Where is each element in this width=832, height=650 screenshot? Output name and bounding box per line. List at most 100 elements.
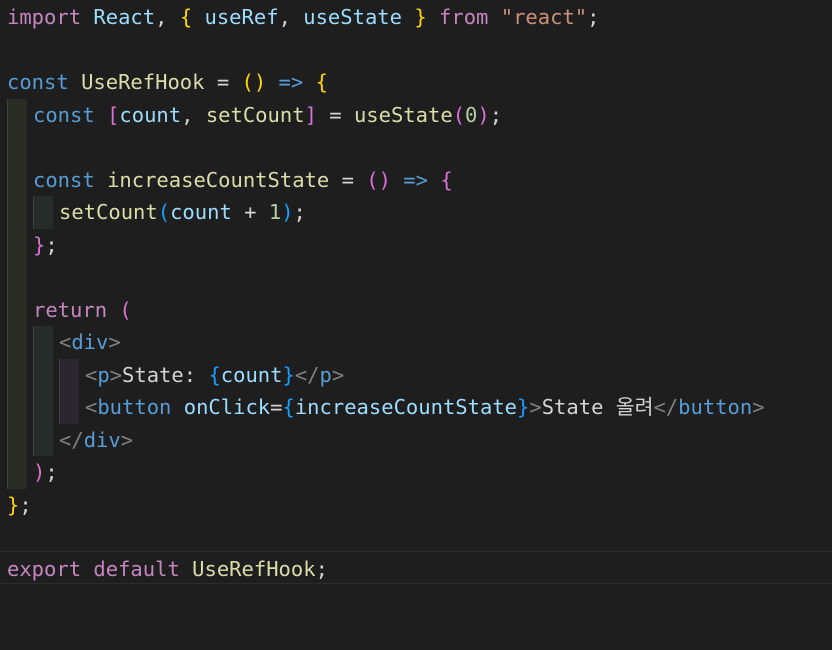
jsx-brace-close: }: [282, 362, 295, 387]
identifier-setcount: setCount: [205, 102, 305, 127]
paren-close: ): [33, 460, 46, 484]
indent-guide: [7, 423, 27, 456]
code-line-2[interactable]: [0, 34, 832, 67]
identifier-handler: increaseCountState: [107, 167, 330, 192]
indent-guide: [33, 423, 53, 456]
jsx-brace-open: {: [282, 395, 295, 419]
code-line-11[interactable]: <div>: [0, 326, 832, 359]
punct-semicolon: ;: [45, 460, 58, 484]
number-literal: 0: [465, 102, 478, 127]
jsx-angle-close: >: [752, 395, 765, 419]
paren-open: (: [452, 102, 466, 127]
jsx-angle-close-tag: </: [653, 395, 679, 419]
jsx-text: State:: [122, 362, 209, 387]
brace-close: }: [414, 5, 427, 29]
keyword-from: from: [439, 5, 489, 29]
operator-plus: +: [231, 200, 269, 224]
punct-semicolon: ;: [19, 492, 32, 517]
code-line-17[interactable]: [0, 521, 832, 554]
keyword-const: const: [7, 70, 69, 94]
brace-open: {: [440, 167, 453, 192]
punct-comma: ,: [155, 5, 180, 29]
jsx-attr-onclick: onClick: [183, 395, 271, 419]
code-line-7[interactable]: setCount(count + 1);: [0, 196, 832, 229]
bracket-close: ]: [304, 102, 317, 127]
code-line-1[interactable]: import React, { useRef, useState } from …: [0, 1, 832, 34]
identifier-react: React: [93, 5, 156, 29]
jsx-angle-close: >: [529, 395, 542, 419]
identifier-handler: increaseCountState: [294, 395, 518, 419]
punct-semicolon: ;: [315, 557, 328, 581]
indent-guide: [7, 131, 27, 164]
indent-guide: [7, 456, 27, 489]
jsx-text: State 올려: [541, 395, 654, 419]
jsx-tag-div: div: [71, 330, 109, 354]
indent-guide: [33, 196, 53, 229]
code-line-4[interactable]: const [count, setCount] = useState(0);: [0, 98, 832, 131]
indent-guide: [33, 391, 53, 424]
brace-close: }: [33, 232, 46, 257]
jsx-tag-button: button: [97, 395, 172, 419]
brace-open: {: [315, 70, 328, 94]
punct-semicolon: ;: [45, 232, 58, 257]
paren-open: (: [157, 200, 171, 224]
punct-comma: ,: [181, 102, 206, 127]
jsx-angle-open: <: [85, 362, 98, 387]
jsx-tag-button-close: button: [678, 395, 753, 419]
indent-guide: [33, 358, 53, 391]
paren-params: (): [366, 167, 391, 192]
jsx-angle-close-tag: </: [294, 362, 320, 387]
indent-guide: [7, 163, 27, 196]
keyword-return: return: [33, 297, 108, 322]
keyword-const: const: [33, 167, 95, 192]
code-line-8[interactable]: };: [0, 228, 832, 261]
code-line-10[interactable]: return (: [0, 293, 832, 326]
jsx-tag-div-close: div: [83, 427, 121, 452]
number-literal: 1: [268, 200, 282, 224]
punct-semicolon: ;: [587, 5, 600, 29]
brace-open: {: [179, 5, 193, 29]
code-line-6[interactable]: const increaseCountState = () => {: [0, 163, 832, 196]
jsx-tag-p: p: [97, 362, 110, 387]
indent-guide: [7, 196, 27, 229]
operator-assign: =: [270, 395, 283, 419]
identifier-usestate: useState: [303, 5, 402, 29]
keyword-import: import: [7, 5, 82, 29]
keyword-export: export: [7, 557, 82, 581]
code-line-16[interactable]: };: [0, 489, 832, 522]
code-editor[interactable]: import React, { useRef, useState } from …: [0, 0, 832, 597]
indent-guide: [7, 326, 27, 359]
code-line-12[interactable]: <p>State: {count}</p>: [0, 358, 832, 391]
identifier-count: count: [170, 200, 232, 224]
indent-guide: [7, 358, 27, 391]
identifier-component: UseRefHook: [81, 70, 205, 94]
code-line-13[interactable]: <button onClick={increaseCountState}>Sta…: [0, 391, 832, 424]
paren-close: ): [281, 200, 294, 224]
identifier-setcount-call: setCount: [59, 200, 158, 224]
indent-guide: [59, 391, 79, 424]
code-line-18-current[interactable]: export default UseRefHook;: [0, 551, 832, 584]
indent-guide: [7, 98, 27, 131]
paren-params: (): [241, 70, 267, 94]
punct-semicolon: ;: [489, 102, 503, 127]
jsx-angle-close: >: [109, 362, 123, 387]
code-line-15[interactable]: );: [0, 456, 832, 489]
keyword-const: const: [33, 102, 95, 127]
indent-guide: [7, 391, 27, 424]
identifier-count: count: [220, 362, 283, 387]
jsx-angle-close: >: [120, 427, 134, 452]
bracket-open: [: [107, 102, 120, 127]
punct-comma: ,: [278, 5, 304, 29]
code-line-14[interactable]: </div>: [0, 423, 832, 456]
indent-guide: [7, 293, 27, 326]
jsx-brace-open: {: [208, 362, 221, 387]
code-line-9[interactable]: [0, 261, 832, 294]
jsx-angle-open: <: [59, 330, 72, 354]
paren-close: ): [477, 102, 490, 127]
string-module: "react": [500, 5, 588, 29]
code-line-5[interactable]: [0, 131, 832, 164]
paren-open: (: [119, 297, 132, 322]
jsx-angle-close-tag: </: [59, 427, 84, 452]
code-line-3[interactable]: const UseRefHook = () => {: [0, 66, 832, 99]
indent-guide: [7, 228, 27, 261]
